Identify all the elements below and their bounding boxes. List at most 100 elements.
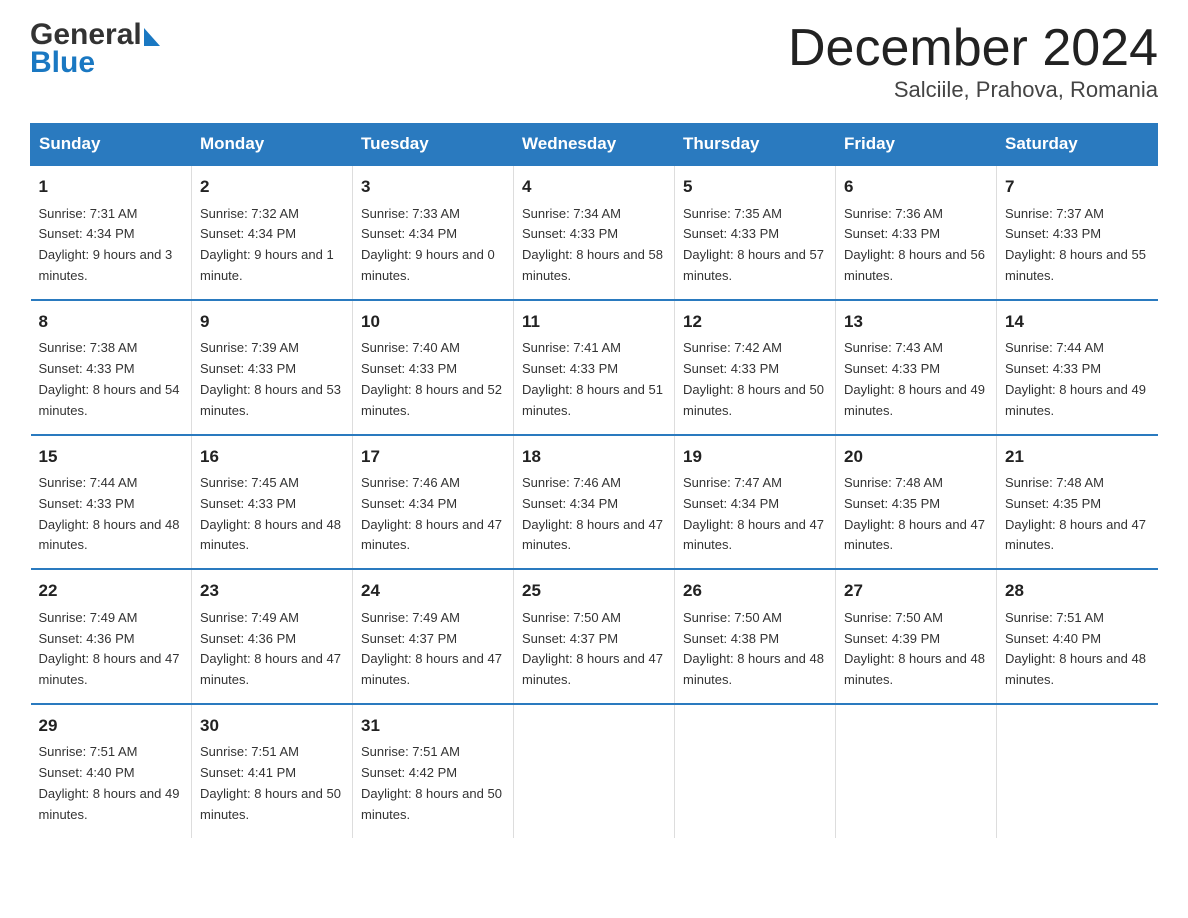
empty-cell-w4-6: [997, 704, 1158, 838]
weekday-header-thursday: Thursday: [675, 124, 836, 166]
logo-blue-text: Blue: [30, 48, 160, 78]
day-info: Sunrise: 7:46 AMSunset: 4:34 PMDaylight:…: [361, 475, 502, 552]
day-cell-21: 21Sunrise: 7:48 AMSunset: 4:35 PMDayligh…: [997, 435, 1158, 570]
day-info: Sunrise: 7:45 AMSunset: 4:33 PMDaylight:…: [200, 475, 341, 552]
title-block: December 2024 Salciile, Prahova, Romania: [788, 20, 1158, 103]
day-cell-7: 7 Sunrise: 7:37 AMSunset: 4:33 PMDaylight…: [997, 165, 1158, 300]
day-cell-18: 18 Sunrise: 7:46 AMSunset: 4:34 PMDayligh…: [514, 435, 675, 570]
day-number: 7: [1005, 174, 1150, 200]
calendar-subtitle: Salciile, Prahova, Romania: [788, 77, 1158, 103]
day-number: 30: [200, 713, 344, 739]
day-info: Sunrise: 7:40 AMSunset: 4:33 PMDaylight:…: [361, 340, 502, 417]
day-cell-16: 16 Sunrise: 7:45 AMSunset: 4:33 PMDayligh…: [192, 435, 353, 570]
day-number: 27: [844, 578, 988, 604]
weekday-header-row: SundayMondayTuesdayWednesdayThursdayFrid…: [31, 124, 1158, 166]
day-number: 10: [361, 309, 505, 335]
day-cell-29: 29 Sunrise: 7:51 AMSunset: 4:40 PMDayligh…: [31, 704, 192, 838]
day-number: 2: [200, 174, 344, 200]
day-cell-15: 15Sunrise: 7:44 AMSunset: 4:33 PMDayligh…: [31, 435, 192, 570]
day-info: Sunrise: 7:36 AMSunset: 4:33 PMDaylight:…: [844, 206, 985, 283]
weekday-header-wednesday: Wednesday: [514, 124, 675, 166]
day-cell-9: 9Sunrise: 7:39 AMSunset: 4:33 PMDaylight…: [192, 300, 353, 435]
day-info: Sunrise: 7:49 AMSunset: 4:36 PMDaylight:…: [39, 610, 180, 687]
day-info: Sunrise: 7:38 AMSunset: 4:33 PMDaylight:…: [39, 340, 180, 417]
day-info: Sunrise: 7:49 AMSunset: 4:37 PMDaylight:…: [361, 610, 502, 687]
logo-line2: Blue: [30, 50, 160, 78]
day-number: 3: [361, 174, 505, 200]
day-number: 12: [683, 309, 827, 335]
day-cell-13: 13Sunrise: 7:43 AMSunset: 4:33 PMDayligh…: [836, 300, 997, 435]
day-number: 5: [683, 174, 827, 200]
page-header: General Blue December 2024 Salciile, Pra…: [30, 20, 1158, 103]
weekday-header-monday: Monday: [192, 124, 353, 166]
day-number: 1: [39, 174, 184, 200]
day-cell-8: 8 Sunrise: 7:38 AMSunset: 4:33 PMDaylight…: [31, 300, 192, 435]
day-cell-19: 19Sunrise: 7:47 AMSunset: 4:34 PMDayligh…: [675, 435, 836, 570]
day-cell-28: 28Sunrise: 7:51 AMSunset: 4:40 PMDayligh…: [997, 569, 1158, 704]
day-info: Sunrise: 7:34 AMSunset: 4:33 PMDaylight:…: [522, 206, 663, 283]
day-number: 15: [39, 444, 184, 470]
weekday-header-sunday: Sunday: [31, 124, 192, 166]
day-cell-22: 22 Sunrise: 7:49 AMSunset: 4:36 PMDayligh…: [31, 569, 192, 704]
day-cell-17: 17 Sunrise: 7:46 AMSunset: 4:34 PMDayligh…: [353, 435, 514, 570]
day-cell-14: 14 Sunrise: 7:44 AMSunset: 4:33 PMDayligh…: [997, 300, 1158, 435]
calendar-title: December 2024: [788, 20, 1158, 77]
day-cell-24: 24Sunrise: 7:49 AMSunset: 4:37 PMDayligh…: [353, 569, 514, 704]
day-number: 6: [844, 174, 988, 200]
weekday-header-friday: Friday: [836, 124, 997, 166]
day-cell-12: 12Sunrise: 7:42 AMSunset: 4:33 PMDayligh…: [675, 300, 836, 435]
day-info: Sunrise: 7:48 AMSunset: 4:35 PMDaylight:…: [844, 475, 985, 552]
day-number: 26: [683, 578, 827, 604]
week-row-4: 22 Sunrise: 7:49 AMSunset: 4:36 PMDayligh…: [31, 569, 1158, 704]
day-number: 28: [1005, 578, 1150, 604]
day-cell-30: 30 Sunrise: 7:51 AMSunset: 4:41 PMDayligh…: [192, 704, 353, 838]
day-number: 9: [200, 309, 344, 335]
day-number: 13: [844, 309, 988, 335]
day-info: Sunrise: 7:50 AMSunset: 4:39 PMDaylight:…: [844, 610, 985, 687]
weekday-header-tuesday: Tuesday: [353, 124, 514, 166]
day-number: 22: [39, 578, 184, 604]
logo: General Blue: [30, 20, 160, 78]
day-cell-11: 11 Sunrise: 7:41 AMSunset: 4:33 PMDayligh…: [514, 300, 675, 435]
weekday-header-saturday: Saturday: [997, 124, 1158, 166]
day-number: 25: [522, 578, 666, 604]
day-info: Sunrise: 7:44 AMSunset: 4:33 PMDaylight:…: [1005, 340, 1146, 417]
day-info: Sunrise: 7:50 AMSunset: 4:37 PMDaylight:…: [522, 610, 663, 687]
day-cell-1: 1Sunrise: 7:31 AMSunset: 4:34 PMDaylight…: [31, 165, 192, 300]
calendar-table: SundayMondayTuesdayWednesdayThursdayFrid…: [30, 123, 1158, 837]
day-cell-5: 5Sunrise: 7:35 AMSunset: 4:33 PMDaylight…: [675, 165, 836, 300]
empty-cell-w4-5: [836, 704, 997, 838]
day-number: 4: [522, 174, 666, 200]
empty-cell-w4-4: [675, 704, 836, 838]
day-info: Sunrise: 7:37 AMSunset: 4:33 PMDaylight:…: [1005, 206, 1146, 283]
day-info: Sunrise: 7:49 AMSunset: 4:36 PMDaylight:…: [200, 610, 341, 687]
day-number: 18: [522, 444, 666, 470]
day-info: Sunrise: 7:51 AMSunset: 4:41 PMDaylight:…: [200, 744, 341, 821]
day-info: Sunrise: 7:41 AMSunset: 4:33 PMDaylight:…: [522, 340, 663, 417]
empty-cell-w4-3: [514, 704, 675, 838]
day-cell-6: 6 Sunrise: 7:36 AMSunset: 4:33 PMDaylight…: [836, 165, 997, 300]
day-info: Sunrise: 7:51 AMSunset: 4:42 PMDaylight:…: [361, 744, 502, 821]
day-info: Sunrise: 7:33 AMSunset: 4:34 PMDaylight:…: [361, 206, 495, 283]
day-info: Sunrise: 7:50 AMSunset: 4:38 PMDaylight:…: [683, 610, 824, 687]
day-number: 8: [39, 309, 184, 335]
day-cell-26: 26 Sunrise: 7:50 AMSunset: 4:38 PMDayligh…: [675, 569, 836, 704]
week-row-5: 29 Sunrise: 7:51 AMSunset: 4:40 PMDayligh…: [31, 704, 1158, 838]
day-cell-2: 2Sunrise: 7:32 AMSunset: 4:34 PMDaylight…: [192, 165, 353, 300]
day-number: 14: [1005, 309, 1150, 335]
day-number: 19: [683, 444, 827, 470]
day-number: 31: [361, 713, 505, 739]
day-number: 11: [522, 309, 666, 335]
day-cell-10: 10 Sunrise: 7:40 AMSunset: 4:33 PMDayligh…: [353, 300, 514, 435]
logo-arrow-icon: [144, 28, 160, 46]
week-row-1: 1Sunrise: 7:31 AMSunset: 4:34 PMDaylight…: [31, 165, 1158, 300]
day-cell-23: 23 Sunrise: 7:49 AMSunset: 4:36 PMDayligh…: [192, 569, 353, 704]
day-number: 17: [361, 444, 505, 470]
day-number: 23: [200, 578, 344, 604]
day-info: Sunrise: 7:46 AMSunset: 4:34 PMDaylight:…: [522, 475, 663, 552]
day-cell-31: 31 Sunrise: 7:51 AMSunset: 4:42 PMDayligh…: [353, 704, 514, 838]
day-number: 29: [39, 713, 184, 739]
day-cell-27: 27 Sunrise: 7:50 AMSunset: 4:39 PMDayligh…: [836, 569, 997, 704]
day-info: Sunrise: 7:51 AMSunset: 4:40 PMDaylight:…: [39, 744, 180, 821]
day-number: 16: [200, 444, 344, 470]
